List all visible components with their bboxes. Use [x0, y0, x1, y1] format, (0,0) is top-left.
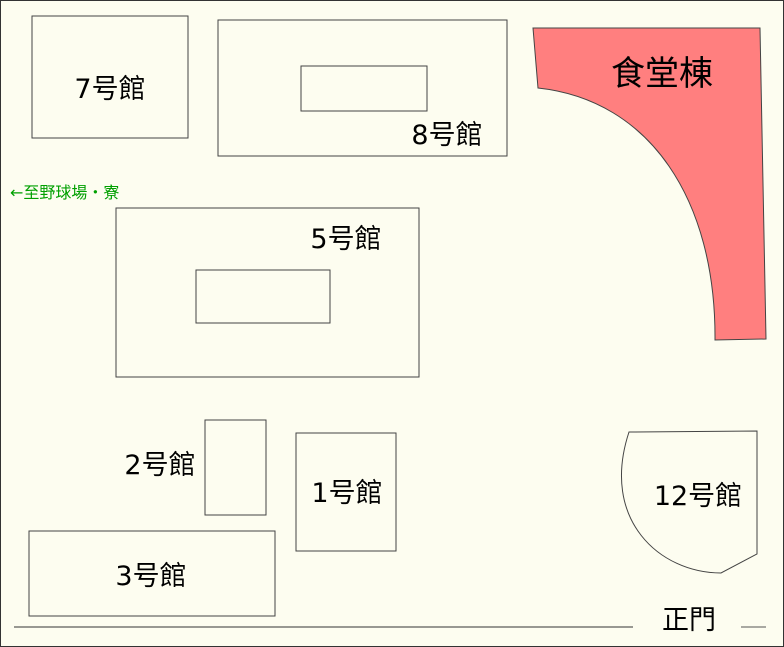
cafeteria-label: 食堂棟 — [611, 54, 713, 94]
building-1-label: 1号館 — [311, 478, 382, 509]
building-12-label: 12号館 — [654, 481, 742, 512]
building-2-label: 2号館 — [124, 450, 195, 481]
direction-to-baseball-field-dorm: ←至野球場・寮 — [10, 183, 119, 202]
building-7-label: 7号館 — [74, 74, 145, 105]
main-gate-label: 正門 — [662, 605, 716, 636]
building-3-label: 3号館 — [115, 561, 186, 592]
building-8-label: 8号館 — [411, 120, 482, 151]
building-5-label: 5号館 — [310, 224, 381, 255]
campus-map: 7号館 8号館 食堂棟 ←至野球場・寮 5号館 2号館 1号館 3号館 12号館… — [0, 0, 784, 647]
